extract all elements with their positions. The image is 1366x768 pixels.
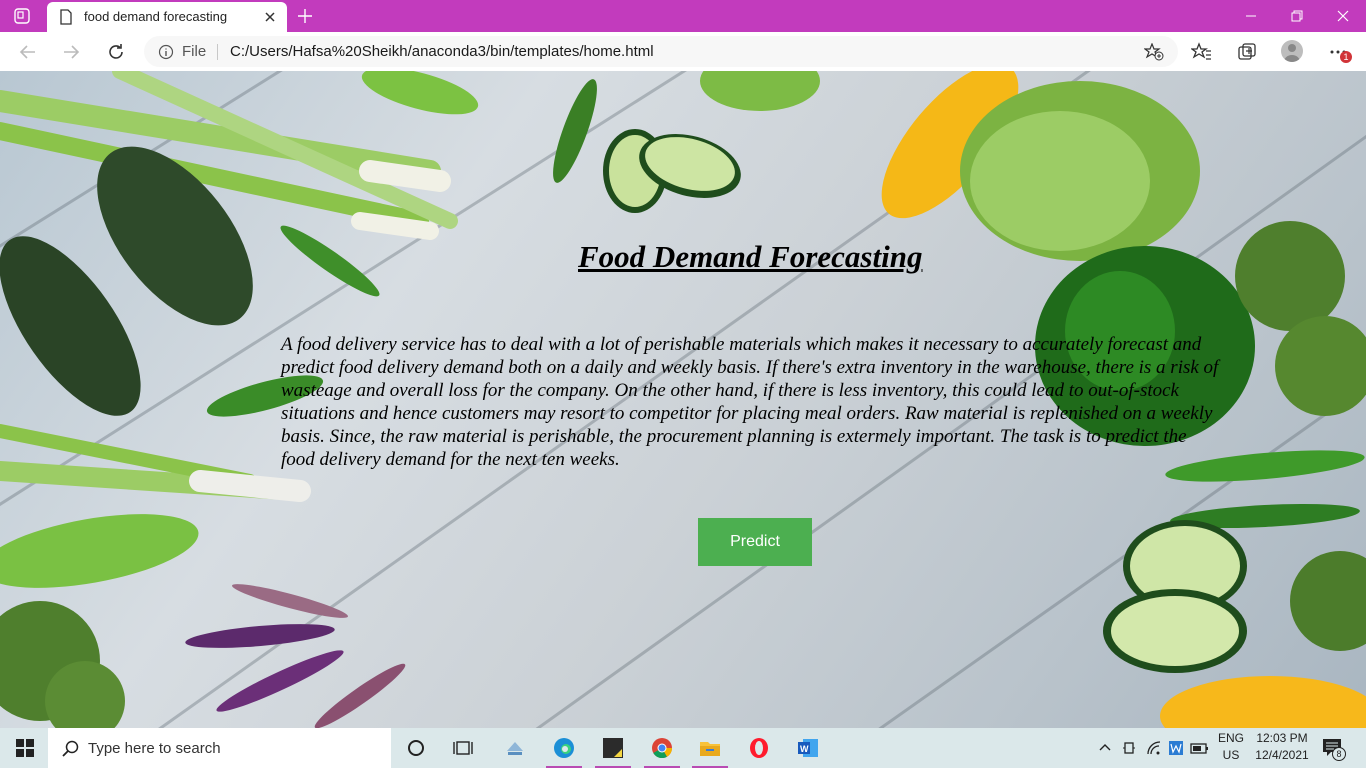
cortana-circle-icon [408,740,424,756]
minimize-icon [1246,15,1256,17]
word-icon: W [798,739,818,757]
taskbar-app-pc[interactable] [493,728,537,768]
new-tab-icon[interactable] [296,7,314,25]
word-tray-icon[interactable] [1168,740,1184,756]
search-placeholder: Type here to search [88,740,221,757]
restore-button[interactable] [1274,0,1320,32]
region-code: US [1222,748,1240,762]
back-arrow-icon[interactable] [17,41,39,63]
taskbar-app-opera[interactable] [737,728,781,768]
input-language-indicator[interactable]: ENG US [1216,730,1246,764]
info-icon[interactable] [158,44,174,60]
predict-button[interactable]: Predict [698,518,812,566]
forward-arrow-icon[interactable] [60,41,82,63]
close-icon [1337,10,1349,22]
user-icon [1284,44,1300,62]
start-button[interactable] [0,728,48,768]
page-description: A food delivery service has to deal with… [281,334,1219,470]
url-text[interactable]: C:/Users/Hafsa%20Sheikh/anaconda3/bin/te… [230,43,654,60]
taskbar-app-chrome[interactable] [640,728,684,768]
task-view-button[interactable] [441,728,485,768]
address-bar[interactable]: File C:/Users/Hafsa%20Sheikh/anaconda3/b… [144,36,1178,67]
taskbar-app-sticky-notes[interactable] [591,728,635,768]
tab-actions-icon[interactable] [14,8,30,24]
favorites-icon[interactable] [1191,41,1213,63]
scheme-label: File [182,43,207,60]
system-clock[interactable]: 12:03 PM 12/4/2021 [1250,730,1314,764]
clock-date: 12/4/2021 [1255,748,1309,762]
clock-time: 12:03 PM [1256,731,1308,745]
windows-taskbar: Type here to search W ENG US 12:03 PM 12… [0,728,1366,768]
language-code: ENG [1217,731,1244,745]
taskbar-app-word[interactable]: W [786,728,830,768]
search-icon [62,740,79,757]
omnibox-divider [217,44,218,60]
add-favorite-icon[interactable] [1144,43,1164,61]
browser-toolbar: File C:/Users/Hafsa%20Sheikh/anaconda3/b… [0,32,1366,72]
page-viewport: Food Demand Forecasting A food delivery … [0,71,1366,728]
notification-badge: 1 [1340,51,1352,63]
computer-icon [507,742,523,755]
wifi-icon[interactable] [1146,740,1162,756]
windows-logo-icon [16,739,34,757]
close-window-button[interactable] [1320,0,1366,32]
taskbar-search-box[interactable]: Type here to search [48,728,391,768]
battery-icon[interactable] [1190,740,1210,756]
collections-icon[interactable] [1236,41,1258,63]
close-tab-icon[interactable] [263,10,277,24]
profile-avatar[interactable] [1281,40,1303,62]
notification-count-badge: 8 [1332,747,1346,761]
cortana-button[interactable] [394,728,438,768]
page-title: Food Demand Forecasting [578,239,923,274]
minimize-button[interactable] [1228,0,1274,32]
folder-icon [700,742,720,756]
restore-icon [1291,10,1303,22]
edge-icon [554,738,574,758]
taskbar-app-file-explorer[interactable] [688,728,732,768]
action-center-button[interactable]: 8 [1322,738,1346,761]
usb-device-icon[interactable] [1122,740,1136,756]
title-bar: food demand forecasting [0,0,1366,32]
tab-title: food demand forecasting [84,9,228,24]
task-view-icon [453,741,473,755]
show-hidden-icons-chevron-icon[interactable] [1098,740,1112,754]
browser-tab[interactable]: food demand forecasting [47,2,287,32]
taskbar-app-edge[interactable] [542,728,586,768]
svg-text:W: W [800,744,809,754]
sticky-notes-icon [603,738,623,758]
opera-icon [750,738,768,758]
chrome-icon [652,738,673,759]
refresh-icon[interactable] [105,41,127,63]
page-icon [60,9,72,25]
